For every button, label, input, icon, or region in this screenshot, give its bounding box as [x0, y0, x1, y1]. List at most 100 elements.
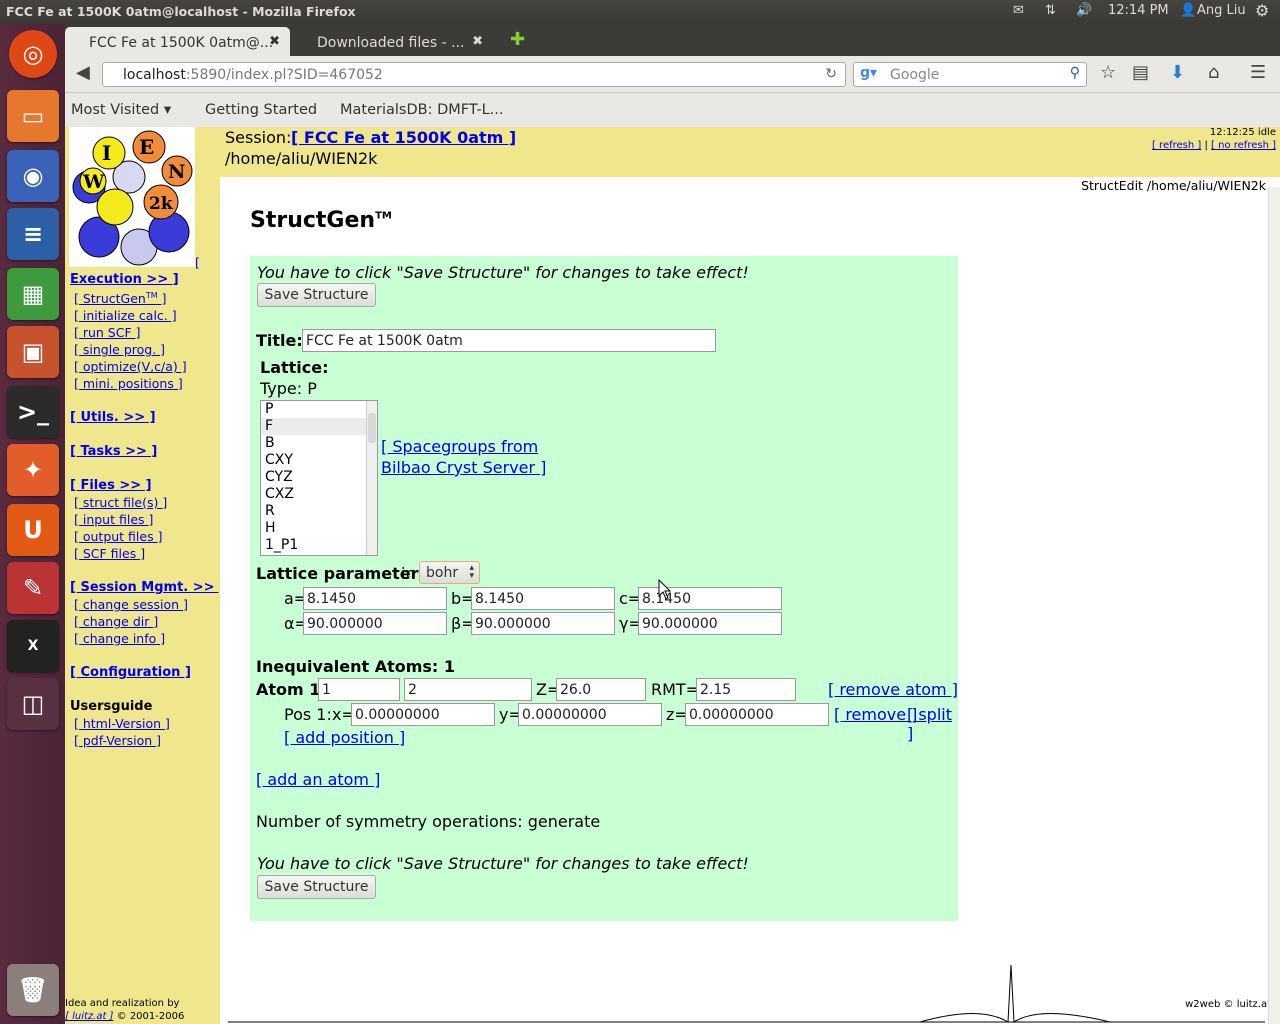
settings-icon[interactable]: ✎	[7, 562, 59, 614]
rmt-input[interactable]: 2.15	[696, 678, 796, 701]
ubuntu-one-icon[interactable]: U	[7, 504, 59, 556]
add-position-link[interactable]: [ add position ]	[284, 728, 405, 747]
writer-icon[interactable]: ≡	[7, 208, 59, 260]
lattice-a-input[interactable]: 8.1450	[303, 587, 447, 610]
lattice-option[interactable]: CYZ	[261, 469, 377, 486]
nav-structgen[interactable]: [ StructGenTM ]	[74, 291, 166, 306]
lattice-option[interactable]: CXZ	[261, 486, 377, 503]
tab-downloads[interactable]: Downloaded files - ... ✖	[293, 27, 493, 56]
lattice-option-selected[interactable]: F	[261, 418, 377, 435]
alpha-input[interactable]: 90.000000	[303, 612, 447, 635]
new-tab-icon[interactable]: ✚	[510, 29, 525, 50]
lattice-option[interactable]: CXY	[261, 452, 377, 469]
lattice-option[interactable]: B	[261, 435, 377, 452]
remove-position-link[interactable]: [ remove ]	[834, 705, 917, 724]
luitz-link[interactable]: [ luitz.at ]	[65, 1011, 113, 1022]
nav-pdf-version[interactable]: [ pdf-Version ]	[74, 733, 161, 748]
gamma-input[interactable]: 90.000000	[638, 612, 782, 635]
nav-files[interactable]: [ Files >> ]	[70, 478, 152, 493]
atom-name-input[interactable]: 1	[318, 678, 400, 701]
lattice-option[interactable]: 1_P1	[261, 537, 377, 554]
impress-icon[interactable]: ▣	[7, 326, 59, 378]
split-link[interactable]: [ split ]	[907, 705, 958, 743]
calc-icon[interactable]: ▦	[7, 268, 59, 320]
nav-configuration[interactable]: [ Configuration ]	[70, 665, 191, 680]
nav-struct-files[interactable]: [ struct file(s) ]	[74, 495, 167, 510]
nav-session-mgmt[interactable]: [ Session Mgmt. >> ]	[70, 580, 225, 595]
nav-scf-files[interactable]: [ SCF files ]	[74, 546, 145, 561]
reload-icon[interactable]: ↻	[825, 66, 837, 82]
close-tab-icon[interactable]: ✖	[269, 34, 280, 49]
pos-z-input[interactable]: 0.00000000	[685, 703, 829, 726]
save-structure-button-top[interactable]: Save Structure	[257, 283, 376, 307]
nav-change-session[interactable]: [ change session ]	[74, 597, 188, 612]
xterm-icon[interactable]: X	[7, 620, 59, 672]
save-structure-button-bottom[interactable]: Save Structure	[257, 875, 376, 899]
back-icon[interactable]: ◀	[76, 62, 90, 83]
nav-execution[interactable]: Execution >> ]	[70, 272, 179, 287]
files-icon[interactable]: ▭	[7, 90, 59, 142]
nav-single-prog[interactable]: [ single prog. ]	[74, 342, 165, 357]
list-scroll-thumb[interactable]	[368, 413, 376, 443]
lattice-type-list[interactable]: P F B CXY CYZ CXZ R H 1_P1	[260, 400, 378, 556]
bookmark-getting-started[interactable]: Getting Started	[205, 102, 317, 118]
search-input[interactable]: Google g▾ ⚲	[853, 62, 1087, 87]
beta-input[interactable]: 90.000000	[471, 612, 615, 635]
nav-mini-positions[interactable]: [ mini. positions ]	[74, 376, 183, 391]
lattice-option[interactable]: R	[261, 503, 377, 520]
unit-select[interactable]: bohr ▴ ▾	[419, 561, 480, 584]
ubuntu-dash-icon[interactable]: ◎	[9, 30, 57, 78]
tab-active[interactable]: FCC Fe at 1500K 0atm@... ✖	[65, 27, 290, 56]
home-icon[interactable]: ⌂	[1208, 62, 1219, 83]
gear-icon[interactable]: ⚙	[1255, 1, 1269, 20]
user-name[interactable]: Ang Liu	[1197, 3, 1246, 18]
atomic-number-input[interactable]: 26.0	[556, 678, 646, 701]
firefox-icon[interactable]: ◉	[7, 150, 59, 202]
bookmarks-menu-icon[interactable]: ▤	[1132, 62, 1149, 83]
nav-change-dir[interactable]: [ change dir ]	[74, 614, 158, 629]
nav-initialize[interactable]: [ initialize calc. ]	[74, 308, 177, 323]
nav-output-files[interactable]: [ output files ]	[74, 529, 162, 544]
google-engine-icon[interactable]: g▾	[860, 65, 877, 81]
mail-icon[interactable]: ✉	[1013, 3, 1024, 18]
no-refresh-link[interactable]: [ no refresh ]	[1211, 140, 1276, 151]
spacegroups-link-line2[interactable]: Bilbao Cryst Server ]	[381, 458, 546, 477]
software-center-icon[interactable]: ✦	[7, 444, 59, 496]
spacegroups-link-line1[interactable]: [ Spacegroups from	[381, 437, 538, 456]
nav-tasks[interactable]: [ Tasks >> ]	[70, 444, 157, 459]
nav-run-scf[interactable]: [ run SCF ]	[74, 325, 141, 340]
remove-atom-link[interactable]: [ remove atom ]	[828, 680, 958, 699]
pos-y-input[interactable]: 0.00000000	[518, 703, 662, 726]
refresh-link[interactable]: [ refresh ]	[1152, 140, 1201, 151]
title-input[interactable]: FCC Fe at 1500K 0atm	[302, 329, 716, 352]
clock[interactable]: 12:14 PM	[1108, 3, 1169, 18]
workspace-switcher-icon[interactable]: ◫	[7, 678, 59, 730]
list-scrollbar[interactable]	[366, 401, 377, 555]
pos-x-input[interactable]: 0.00000000	[351, 703, 495, 726]
close-tab-icon[interactable]: ✖	[472, 34, 483, 49]
session-name-link[interactable]: [ FCC Fe at 1500K 0atm ]	[291, 128, 516, 147]
lattice-option[interactable]: H	[261, 520, 377, 537]
bookmark-most-visited[interactable]: Most Visited ▾	[71, 102, 171, 118]
nav-input-files[interactable]: [ input files ]	[74, 512, 153, 527]
nav-change-info[interactable]: [ change info ]	[74, 631, 165, 646]
volume-icon[interactable]: 🔊	[1076, 3, 1092, 18]
trash-icon[interactable]: 🗑	[7, 964, 59, 1016]
nav-optimize[interactable]: [ optimize(V,c/a) ]	[74, 359, 187, 374]
user-icon[interactable]: 👤	[1180, 3, 1196, 18]
network-icon[interactable]: ⇅	[1045, 3, 1056, 18]
atom-field-input[interactable]: 2	[404, 678, 532, 701]
url-bar[interactable]: localhost:5890/index.pl?SID=467052 ↻	[102, 62, 846, 87]
lattice-b-input[interactable]: 8.1450	[471, 587, 615, 610]
bookmark-materialsdb[interactable]: MaterialsDB: DMFT-L...	[340, 102, 504, 118]
bookmark-star-icon[interactable]: ☆	[1100, 62, 1116, 83]
downloads-icon[interactable]: ⬇	[1170, 62, 1185, 83]
terminal-icon[interactable]: >_	[7, 386, 59, 438]
nav-html-version[interactable]: [ html-Version ]	[74, 716, 170, 731]
nav-utils[interactable]: [ Utils. >> ]	[70, 410, 156, 425]
lattice-option[interactable]: P	[261, 401, 377, 418]
search-icon[interactable]: ⚲	[1070, 65, 1080, 81]
page-scrollbar[interactable]	[1268, 187, 1280, 1024]
add-atom-link[interactable]: [ add an atom ]	[256, 770, 380, 789]
menu-icon[interactable]: ☰	[1250, 62, 1266, 83]
